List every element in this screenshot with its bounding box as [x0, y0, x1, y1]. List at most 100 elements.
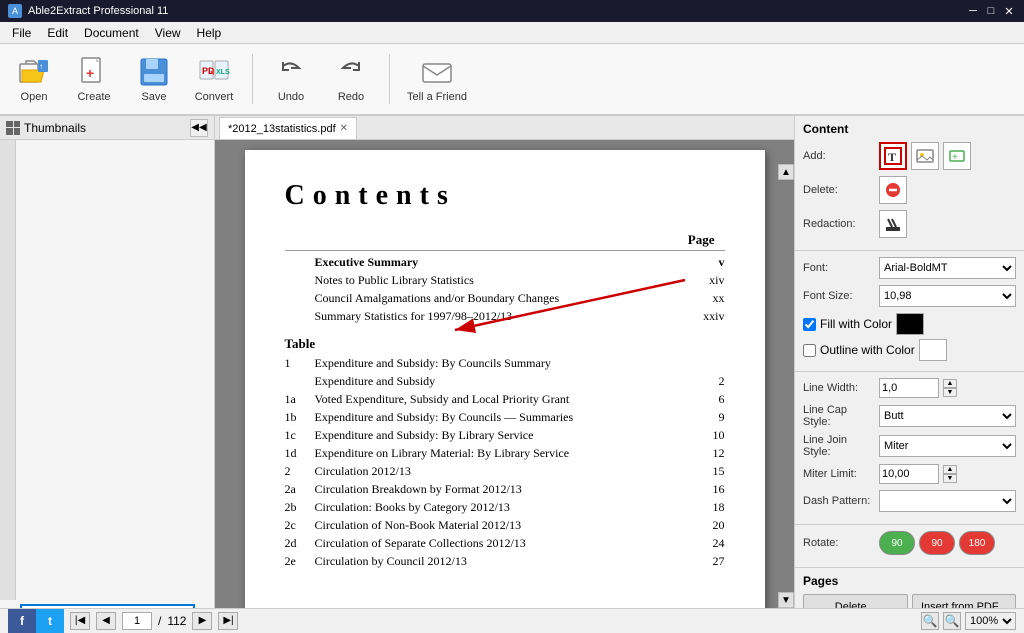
last-page-button[interactable]: ▶|	[218, 612, 238, 630]
miter-limit-up[interactable]: ▲	[943, 465, 957, 474]
miter-limit-down[interactable]: ▼	[943, 474, 957, 483]
grid-icon	[6, 121, 20, 135]
page-number-input[interactable]	[122, 612, 152, 630]
convert-button[interactable]: PDFXLS Convert	[188, 49, 240, 109]
open-button[interactable]: ↑ Open	[8, 49, 60, 109]
create-button[interactable]: + Create	[68, 49, 120, 109]
create-label: Create	[77, 91, 110, 103]
redo-button[interactable]: Redo	[325, 49, 377, 109]
line-join-select[interactable]: Miter	[879, 435, 1016, 457]
toc-page: 9	[685, 410, 725, 425]
status-bar: f t |◀ ◀ / 112 ▶ ▶| 🔍 🔍 100% 50% 75% 125…	[0, 608, 1024, 632]
toc-page: 24	[685, 536, 725, 551]
line-cap-select[interactable]: Butt	[879, 405, 1016, 427]
line-width-up[interactable]: ▲	[943, 379, 957, 388]
line-width-input[interactable]	[879, 378, 939, 398]
toc-page: 27	[685, 554, 725, 569]
add-label: Add:	[803, 150, 875, 162]
toc-page: 16	[685, 482, 725, 497]
app-icon: A	[8, 4, 22, 18]
toc-row-2e: 2e Circulation by Council 2012/13 27	[285, 554, 725, 569]
menu-edit[interactable]: Edit	[39, 24, 76, 42]
toc-desc: Circulation 2012/13	[315, 464, 685, 479]
delete-button[interactable]	[879, 176, 907, 204]
toc-num: 2	[285, 464, 315, 479]
tell-a-friend-button[interactable]: Tell a Friend	[402, 49, 472, 109]
outline-color-swatch[interactable]	[919, 339, 947, 361]
right-panel: Content Add: T + Delete: Re	[794, 116, 1024, 608]
document-tab[interactable]: *2012_13statistics.pdf ✕	[219, 117, 357, 139]
status-left: f t |◀ ◀ / 112 ▶ ▶|	[8, 609, 238, 633]
add-text-button[interactable]: T	[879, 142, 907, 170]
insert-page-button[interactable]: Insert from PDF...	[912, 594, 1017, 608]
first-page-button[interactable]: |◀	[70, 612, 90, 630]
rotate-left-button[interactable]: 90	[879, 531, 915, 555]
fill-color-checkbox[interactable]	[803, 318, 816, 331]
toc-desc: Circulation of Non-Book Material 2012/13	[315, 518, 685, 533]
toc-row-summary: Summary Statistics for 1997/98–2012/13 x…	[285, 309, 725, 324]
maximize-button[interactable]: □	[984, 4, 998, 18]
menu-file[interactable]: File	[4, 24, 39, 42]
line-width-down[interactable]: ▼	[943, 388, 957, 397]
rotate-left-label: 90	[891, 538, 902, 549]
convert-label: Convert	[195, 91, 234, 103]
toc-desc: Notes to Public Library Statistics	[315, 273, 685, 288]
zoom-select[interactable]: 100% 50% 75% 125% 150% 200%	[965, 612, 1016, 630]
pages-section: Pages Delete... Insert from PDF... ?	[795, 568, 1024, 608]
undo-label: Undo	[278, 91, 304, 103]
redaction-label: Redaction:	[803, 218, 875, 230]
next-page-button[interactable]: ▶	[192, 612, 212, 630]
menu-view[interactable]: View	[147, 24, 189, 42]
convert-icon: PDFXLS	[198, 56, 230, 88]
font-select[interactable]: Arial-BoldMT	[879, 257, 1016, 279]
document-scroll-area[interactable]: ▲ ▼ Contents Page	[215, 140, 794, 608]
menu-document[interactable]: Document	[76, 24, 147, 42]
sidebar-collapse-button[interactable]: ◀◀	[190, 119, 208, 137]
minimize-button[interactable]: ─	[966, 4, 980, 18]
doc-tab-filename: *2012_13statistics.pdf	[228, 123, 336, 135]
app-title: Able2Extract Professional 11	[28, 5, 168, 17]
rotate-label: Rotate:	[803, 537, 875, 549]
scroll-down-button[interactable]: ▼	[778, 592, 794, 608]
toc-num: 1c	[285, 428, 315, 443]
dash-pattern-select[interactable]	[879, 490, 1016, 512]
line-width-label: Line Width:	[803, 382, 875, 394]
redaction-button[interactable]	[879, 210, 907, 238]
toc-row-2d: 2d Circulation of Separate Collections 2…	[285, 536, 725, 551]
open-icon: ↑	[18, 56, 50, 88]
rotate-180-button[interactable]: 180	[959, 531, 995, 555]
thumbnail-1[interactable]: 1	[4, 604, 210, 608]
font-size-select[interactable]: 10,98	[879, 285, 1016, 307]
toc-header: Page	[285, 232, 725, 251]
rotate-right-button[interactable]: 90	[919, 531, 955, 555]
delete-label: Delete:	[803, 184, 875, 196]
zoom-out-button[interactable]: 🔍	[921, 612, 939, 630]
window-controls[interactable]: ─ □ ✕	[966, 4, 1016, 18]
tab-bar: *2012_13statistics.pdf ✕	[215, 116, 794, 140]
save-button[interactable]: Save	[128, 49, 180, 109]
facebook-icon: f	[20, 614, 24, 628]
fill-color-swatch[interactable]	[896, 313, 924, 335]
toc-page: xx	[685, 291, 725, 306]
zoom-in-button[interactable]: 🔍	[943, 612, 961, 630]
miter-limit-input[interactable]	[879, 464, 939, 484]
menu-help[interactable]: Help	[189, 24, 230, 42]
redo-icon	[335, 56, 367, 88]
delete-page-button[interactable]: Delete...	[803, 594, 908, 608]
scroll-up-button[interactable]: ▲	[778, 164, 794, 180]
pages-section-title: Pages	[803, 574, 1016, 588]
toc-row-2c: 2c Circulation of Non-Book Material 2012…	[285, 518, 725, 533]
undo-icon	[275, 56, 307, 88]
status-right: 🔍 🔍 100% 50% 75% 125% 150% 200%	[921, 612, 1016, 630]
prev-page-button[interactable]: ◀	[96, 612, 116, 630]
add-shape-button[interactable]: +	[943, 142, 971, 170]
add-image-button[interactable]	[911, 142, 939, 170]
outline-color-checkbox[interactable]	[803, 344, 816, 357]
undo-button[interactable]: Undo	[265, 49, 317, 109]
close-button[interactable]: ✕	[1002, 4, 1016, 18]
facebook-button[interactable]: f	[8, 609, 36, 633]
twitter-button[interactable]: t	[36, 609, 64, 633]
doc-tab-close-button[interactable]: ✕	[340, 123, 348, 134]
toc-desc: Circulation: Books by Category 2012/13	[315, 500, 685, 515]
toc-desc: Council Amalgamations and/or Boundary Ch…	[315, 291, 685, 306]
